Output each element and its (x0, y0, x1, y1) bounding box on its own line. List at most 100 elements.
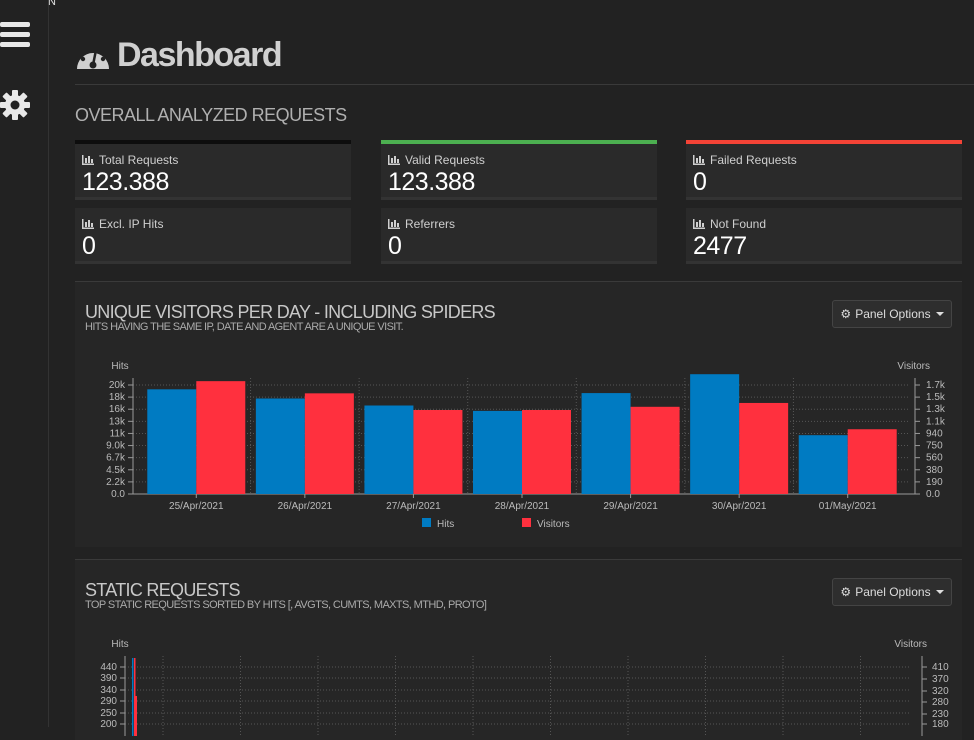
hits-bar (364, 405, 414, 494)
y-tick-left: 250 (100, 708, 117, 719)
y-tick-left: 6.7k (106, 453, 126, 464)
gear-icon: ⚙ (840, 307, 852, 321)
legend-hits-swatch (422, 518, 431, 527)
visitors-panel: UNIQUE VISITORS PER DAY - INCLUDING SPID… (75, 281, 962, 547)
y-axis-right-label: Visitors (894, 639, 927, 650)
y-tick-right: 280 (932, 697, 949, 708)
static-requests-panel: STATIC REQUESTS TOP STATIC REQUESTS SORT… (75, 559, 962, 740)
y-tick-right: 190 (926, 477, 943, 488)
bar-chart-icon (388, 219, 400, 229)
visitors-bar (135, 696, 137, 736)
hits-bar (581, 393, 631, 494)
card-value: 0 (693, 168, 707, 196)
visitors-bar (630, 406, 680, 494)
panel-title: STATIC REQUESTS (85, 580, 241, 600)
x-tick-label: 27/Apr/2021 (386, 501, 441, 512)
y-tick-right: 1.5k (926, 392, 946, 403)
y-tick-right: 1.7k (926, 380, 946, 391)
y-tick-right: 1.1k (926, 416, 946, 427)
card-label: Not Found (710, 217, 767, 231)
card-label: Total Requests (99, 153, 179, 167)
menu-icon[interactable] (0, 20, 30, 50)
card-value: 0 (82, 232, 96, 260)
visitors-bar (739, 402, 789, 494)
panel-subtitle: TOP STATIC REQUESTS SORTED BY HITS [, AV… (85, 599, 487, 611)
panel-subtitle: HITS HAVING THE SAME IP, DATE AND AGENT … (85, 321, 404, 333)
panel-options-button[interactable]: ⚙ Panel Options (832, 300, 952, 328)
x-tick-label: 30/Apr/2021 (712, 501, 767, 512)
card-value: 0 (388, 232, 402, 260)
legend-visitors-label: Visitors (537, 519, 570, 530)
x-tick-label: 28/Apr/2021 (495, 501, 550, 512)
y-tick-left: 0.0 (111, 489, 125, 500)
card-failed-requests: Failed Requests 0 (686, 140, 962, 200)
hits-bar (132, 658, 134, 736)
y-tick-right: 1.3k (926, 404, 946, 415)
y-tick-right: 380 (926, 465, 943, 476)
bar-chart-icon (82, 155, 94, 165)
dashboard-icon (77, 48, 109, 69)
y-tick-right: 320 (932, 686, 949, 697)
hits-bar (147, 389, 197, 494)
bar-chart-icon (388, 155, 400, 165)
hits-bar (798, 435, 848, 494)
y-tick-right: 230 (932, 709, 949, 720)
legend-visitors-swatch (522, 518, 531, 527)
y-axis-right-label: Visitors (897, 361, 930, 372)
x-tick-label: 26/Apr/2021 (278, 501, 333, 512)
visitors-bar (304, 393, 354, 494)
y-axis-left-label: Hits (111, 639, 128, 650)
card-label: Referrers (405, 217, 456, 231)
y-tick-left: 18k (109, 392, 126, 403)
y-tick-right: 750 (926, 441, 943, 452)
card-label: Failed Requests (710, 153, 797, 167)
gear-icon[interactable] (0, 90, 30, 120)
caret-down-icon (935, 590, 944, 594)
x-tick-label: 29/Apr/2021 (603, 501, 658, 512)
visitors-bar (413, 410, 463, 494)
panel-title: UNIQUE VISITORS PER DAY - INCLUDING SPID… (85, 302, 496, 322)
sidebar: N (0, 0, 56, 727)
x-tick-label: 01/May/2021 (819, 501, 877, 512)
hits-bar (255, 398, 305, 494)
y-tick-right: 410 (932, 662, 949, 673)
panel-options-label: Panel Options (855, 307, 931, 321)
panel-options-button[interactable]: ⚙ Panel Options (832, 578, 952, 606)
y-tick-right: 180 (932, 719, 949, 730)
y-tick-left: 9.0k (106, 441, 126, 452)
static-requests-chart: Hits Visitors2002502903403904401802302803… (100, 639, 949, 736)
legend-hits-label: Hits (437, 519, 454, 530)
card-excl-ip-hits: Excl. IP Hits 0 (75, 208, 351, 264)
title-divider (75, 84, 974, 85)
page-header: Dashboard (75, 36, 283, 75)
y-tick-right: 370 (932, 674, 949, 685)
y-tick-left: 200 (100, 719, 117, 730)
y-tick-left: 20k (109, 380, 126, 391)
y-tick-left: 290 (100, 696, 117, 707)
y-tick-left: 2.2k (106, 477, 126, 488)
visitors-chart: Hits Visitors0.02.2k4.5k6.7k9.0k11k13k16k… (106, 361, 946, 530)
card-value: 123.388 (388, 168, 475, 196)
y-tick-left: 16k (109, 404, 126, 415)
bar-chart-icon (693, 155, 705, 165)
y-tick-left: 4.5k (106, 465, 126, 476)
bar-chart-icon (693, 219, 705, 229)
card-value: 2477 (693, 232, 747, 260)
y-tick-left: 440 (100, 662, 117, 673)
y-tick-right: 560 (926, 453, 943, 464)
y-tick-right: 0.0 (926, 489, 940, 500)
card-total-requests: Total Requests 123.388 (75, 140, 351, 200)
card-value: 123.388 (82, 168, 169, 196)
card-referrers: Referrers 0 (381, 208, 657, 264)
card-valid-requests: Valid Requests 123.388 (381, 140, 657, 200)
caret-down-icon (935, 312, 944, 316)
y-tick-left: 390 (100, 673, 117, 684)
visitors-bar (196, 381, 246, 494)
y-tick-left: 11k (110, 428, 126, 439)
y-tick-left: 340 (100, 685, 117, 696)
card-not-found: Not Found 2477 (686, 208, 962, 264)
visitors-bar (522, 410, 571, 494)
y-axis-left-label: Hits (111, 361, 128, 372)
page-title: Dashboard (117, 36, 283, 74)
card-label: Valid Requests (405, 153, 485, 167)
